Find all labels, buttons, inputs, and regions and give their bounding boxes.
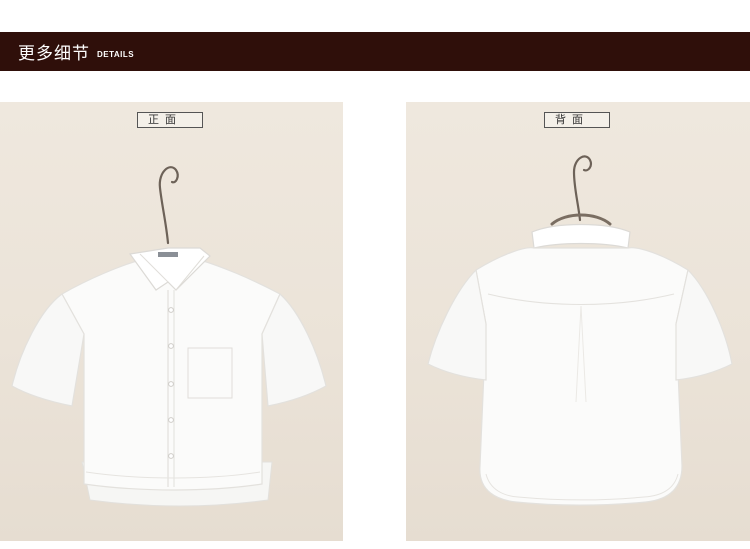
hanger-hook <box>158 166 179 245</box>
back-shirt-image <box>427 155 733 506</box>
details-header-bar: 更多细节 DETAILS <box>0 32 750 71</box>
hanger-hook <box>572 155 592 222</box>
back-view-panel: 背面 <box>406 102 750 541</box>
header-subtitle: DETAILS <box>97 49 135 59</box>
shirt-body <box>475 247 689 506</box>
front-shirt-image <box>11 166 327 507</box>
front-view-panel: 正面 <box>0 102 343 541</box>
header-title: 更多细节 <box>18 44 90 64</box>
